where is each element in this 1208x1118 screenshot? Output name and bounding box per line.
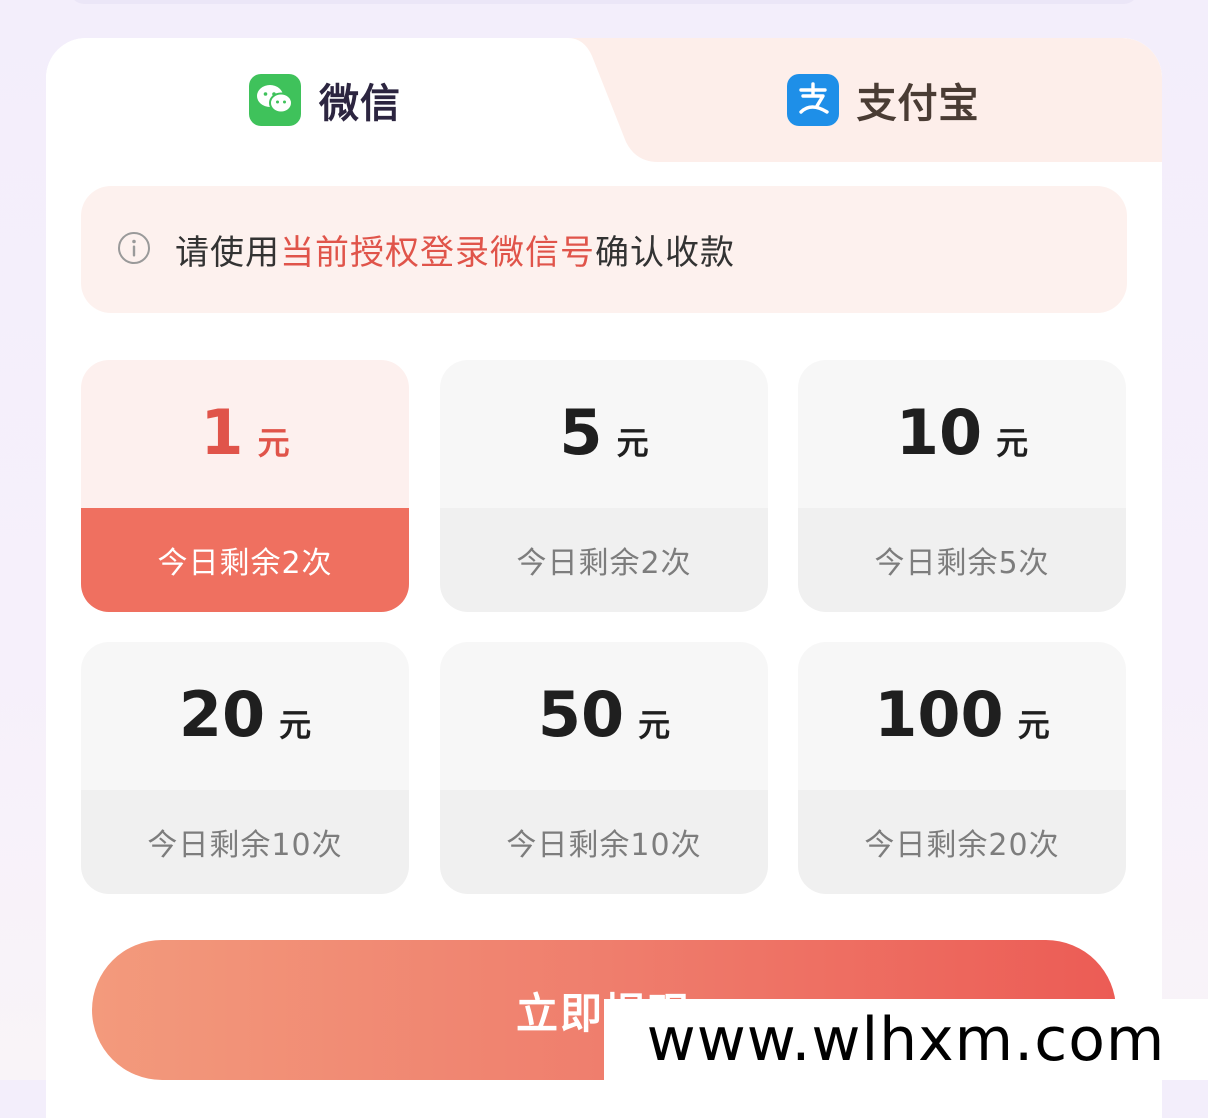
remaining-count: 今日剩余2次	[81, 508, 409, 612]
tab-alipay-label: 支付宝	[856, 81, 980, 127]
amount-option-10[interactable]: 10 元 今日剩余5次	[798, 360, 1126, 612]
remaining-count: 今日剩余2次	[440, 508, 768, 612]
amount-value: 20 元	[81, 642, 409, 790]
remaining-count: 今日剩余10次	[81, 790, 409, 894]
wechat-icon	[249, 74, 301, 126]
notice-suffix: 确认收款	[595, 233, 735, 273]
amount-value: 100 元	[798, 642, 1126, 790]
amount-unit: 元	[616, 424, 649, 462]
notice-prefix: 请使用	[175, 233, 280, 273]
info-icon	[117, 231, 151, 269]
watermark: www.wlhxm.com	[604, 999, 1208, 1080]
amount-value: 50 元	[440, 642, 768, 790]
payment-tabs: 微信 支付宝	[46, 38, 1162, 162]
amount-value: 5 元	[440, 360, 768, 508]
amount-number: 100	[874, 678, 1004, 751]
tab-wechat[interactable]: 微信	[46, 38, 604, 162]
notice-text: 请使用当前授权登录微信号确认收款	[175, 225, 735, 274]
alipay-icon	[786, 74, 839, 126]
remaining-count: 今日剩余10次	[440, 790, 768, 894]
amount-unit: 元	[638, 706, 671, 744]
top-strip	[70, 0, 1138, 4]
notice-banner: 请使用当前授权登录微信号确认收款	[81, 186, 1127, 313]
amount-option-50[interactable]: 50 元 今日剩余10次	[440, 642, 768, 894]
amount-unit: 元	[1017, 706, 1050, 744]
tab-wechat-label: 微信	[319, 81, 401, 127]
withdraw-card: 微信 支付宝 请使用当前授权登录微信号确认收款 1 元 今日剩余2次 5 元 今…	[46, 38, 1162, 1118]
remaining-count: 今日剩余20次	[798, 790, 1126, 894]
amount-number: 1	[200, 396, 244, 469]
amount-number: 20	[178, 678, 266, 751]
tab-alipay[interactable]: 支付宝	[604, 38, 1162, 162]
notice-highlight: 当前授权登录微信号	[280, 233, 595, 273]
amount-number: 10	[895, 396, 983, 469]
remaining-count: 今日剩余5次	[798, 508, 1126, 612]
amount-option-100[interactable]: 100 元 今日剩余20次	[798, 642, 1126, 894]
amount-number: 5	[559, 396, 603, 469]
amount-option-1[interactable]: 1 元 今日剩余2次	[81, 360, 409, 612]
amount-unit: 元	[279, 706, 312, 744]
amount-unit: 元	[257, 424, 290, 462]
amount-unit: 元	[996, 424, 1029, 462]
amount-number: 50	[537, 678, 625, 751]
amount-value: 10 元	[798, 360, 1126, 508]
amount-value: 1 元	[81, 360, 409, 508]
amount-option-20[interactable]: 20 元 今日剩余10次	[81, 642, 409, 894]
amount-option-5[interactable]: 5 元 今日剩余2次	[440, 360, 768, 612]
